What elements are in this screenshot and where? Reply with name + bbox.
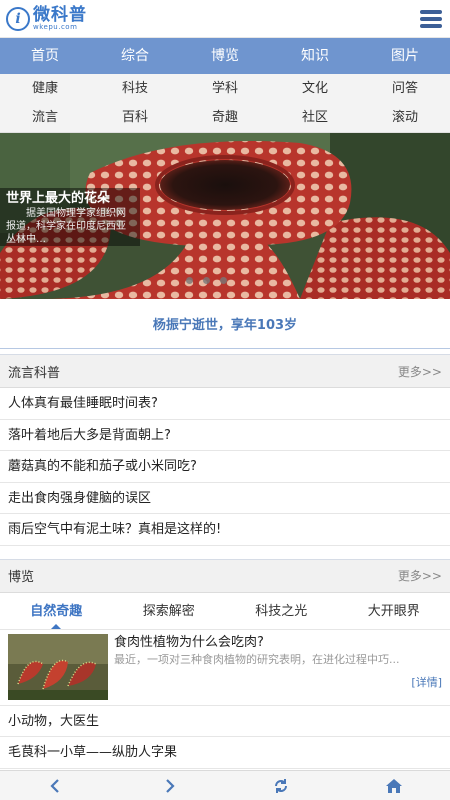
list-item[interactable]: 走出食肉强身健脑的误区: [0, 483, 450, 514]
top-bar: i 微科普 wkepu.com: [0, 0, 450, 38]
bottom-toolbar: [0, 770, 450, 800]
feature-thumbnail[interactable]: [8, 633, 108, 700]
hero-caption[interactable]: 世界上最大的花朵 据美国物理学家组织网报道，科学家在印度尼西亚丛林中…: [0, 188, 140, 246]
expo-tabs: 自然奇趣 探索解密 科技之光 大开眼界: [0, 593, 450, 630]
rumor-section: 流言科普 更多>> 人体真有最佳睡眠时间表? 落叶着地后大多是背面朝上? 蘑菇真…: [0, 354, 450, 546]
feature-title[interactable]: 食肉性植物为什么会吃肉?: [114, 634, 442, 652]
carousel-indicators: [186, 277, 227, 284]
primary-nav: 首页 综合 博览 知识 图片: [0, 38, 450, 74]
feature-article[interactable]: 食肉性植物为什么会吃肉? 最近，一项对三种食肉植物的研究表明，在进化过程中巧..…: [0, 630, 450, 706]
hero-desc: 据美国物理学家组织网报道，科学家在印度尼西亚丛林中…: [6, 208, 126, 245]
nav-item-curiosities[interactable]: 奇趣: [180, 103, 270, 132]
forward-button[interactable]: [113, 771, 226, 800]
list-item[interactable]: 雨后空气中有泥土味？真相是这样的!: [0, 514, 450, 546]
tab-explore[interactable]: 探索解密: [113, 593, 226, 629]
feature-desc: 最近，一项对三种食肉植物的研究表明，在进化过程中巧...: [114, 652, 400, 666]
list-item[interactable]: 蘑菇真的不能和茄子或小米同吃?: [0, 451, 450, 483]
nav-item-tech[interactable]: 科技: [90, 74, 180, 103]
secondary-nav: 健康 科技 学科 文化 问答 流言 百科 奇趣 社区 滚动: [0, 74, 450, 133]
more-link[interactable]: 更多>>: [398, 363, 442, 380]
details-link[interactable]: [详情]: [411, 674, 442, 690]
carousel-dot[interactable]: [186, 277, 193, 284]
list-item[interactable]: 落叶着地后大多是背面朝上?: [0, 420, 450, 451]
home-icon: [385, 778, 402, 793]
menu-icon[interactable]: [418, 7, 444, 31]
arrow-left-icon: [50, 778, 60, 793]
section-title: 博览: [8, 570, 35, 585]
nav-item-rumor[interactable]: 流言: [0, 103, 90, 132]
arrow-right-icon: [165, 778, 175, 793]
nav-item-discipline[interactable]: 学科: [180, 74, 270, 103]
home-button[interactable]: [338, 771, 450, 800]
hero-title: 世界上最大的花朵: [6, 191, 111, 206]
expo-section: 博览 更多>> 自然奇趣 探索解密 科技之光 大开眼界 食肉性植物为什么会吃肉?…: [0, 558, 450, 769]
nav-item-knowledge[interactable]: 知识: [270, 38, 360, 74]
logo-domain: wkepu.com: [33, 22, 78, 31]
nav-item-culture[interactable]: 文化: [270, 74, 360, 103]
nav-item-pictures[interactable]: 图片: [360, 38, 450, 74]
refresh-button[interactable]: [225, 771, 338, 800]
nav-item-health[interactable]: 健康: [0, 74, 90, 103]
nav-item-qa[interactable]: 问答: [360, 74, 450, 103]
nav-item-general[interactable]: 综合: [90, 38, 180, 74]
section-title: 流言科普: [8, 365, 61, 381]
list-item[interactable]: 毛茛科一小草——纵肋人字果: [0, 737, 450, 769]
nav-item-home[interactable]: 首页: [0, 38, 90, 74]
refresh-icon: [275, 778, 288, 793]
logo-text: 微科普: [33, 4, 87, 25]
more-link[interactable]: 更多>>: [398, 567, 442, 584]
headline-link[interactable]: 杨振宁逝世，享年103岁: [0, 299, 450, 349]
expo-section-header: 博览 更多>>: [0, 559, 450, 593]
tab-nature[interactable]: 自然奇趣: [0, 593, 113, 629]
tab-eye-opener[interactable]: 大开眼界: [338, 593, 450, 629]
hero-carousel[interactable]: 世界上最大的花朵 据美国物理学家组织网报道，科学家在印度尼西亚丛林中…: [0, 133, 450, 299]
carousel-dot[interactable]: [203, 277, 210, 284]
back-button[interactable]: [0, 771, 113, 800]
carousel-dot[interactable]: [220, 277, 227, 284]
nav-item-encyclopedia[interactable]: 百科: [90, 103, 180, 132]
rumor-section-header: 流言科普 更多>>: [0, 355, 450, 388]
site-logo[interactable]: i 微科普 wkepu.com: [6, 4, 87, 31]
tab-tech[interactable]: 科技之光: [225, 593, 338, 629]
nav-item-rolling[interactable]: 滚动: [360, 103, 450, 132]
list-item[interactable]: 小动物，大医生: [0, 706, 450, 737]
logo-mark: i: [6, 6, 30, 31]
nav-item-community[interactable]: 社区: [270, 103, 360, 132]
nav-item-expo[interactable]: 博览: [180, 38, 270, 74]
list-item[interactable]: 人体真有最佳睡眠时间表?: [0, 388, 450, 420]
